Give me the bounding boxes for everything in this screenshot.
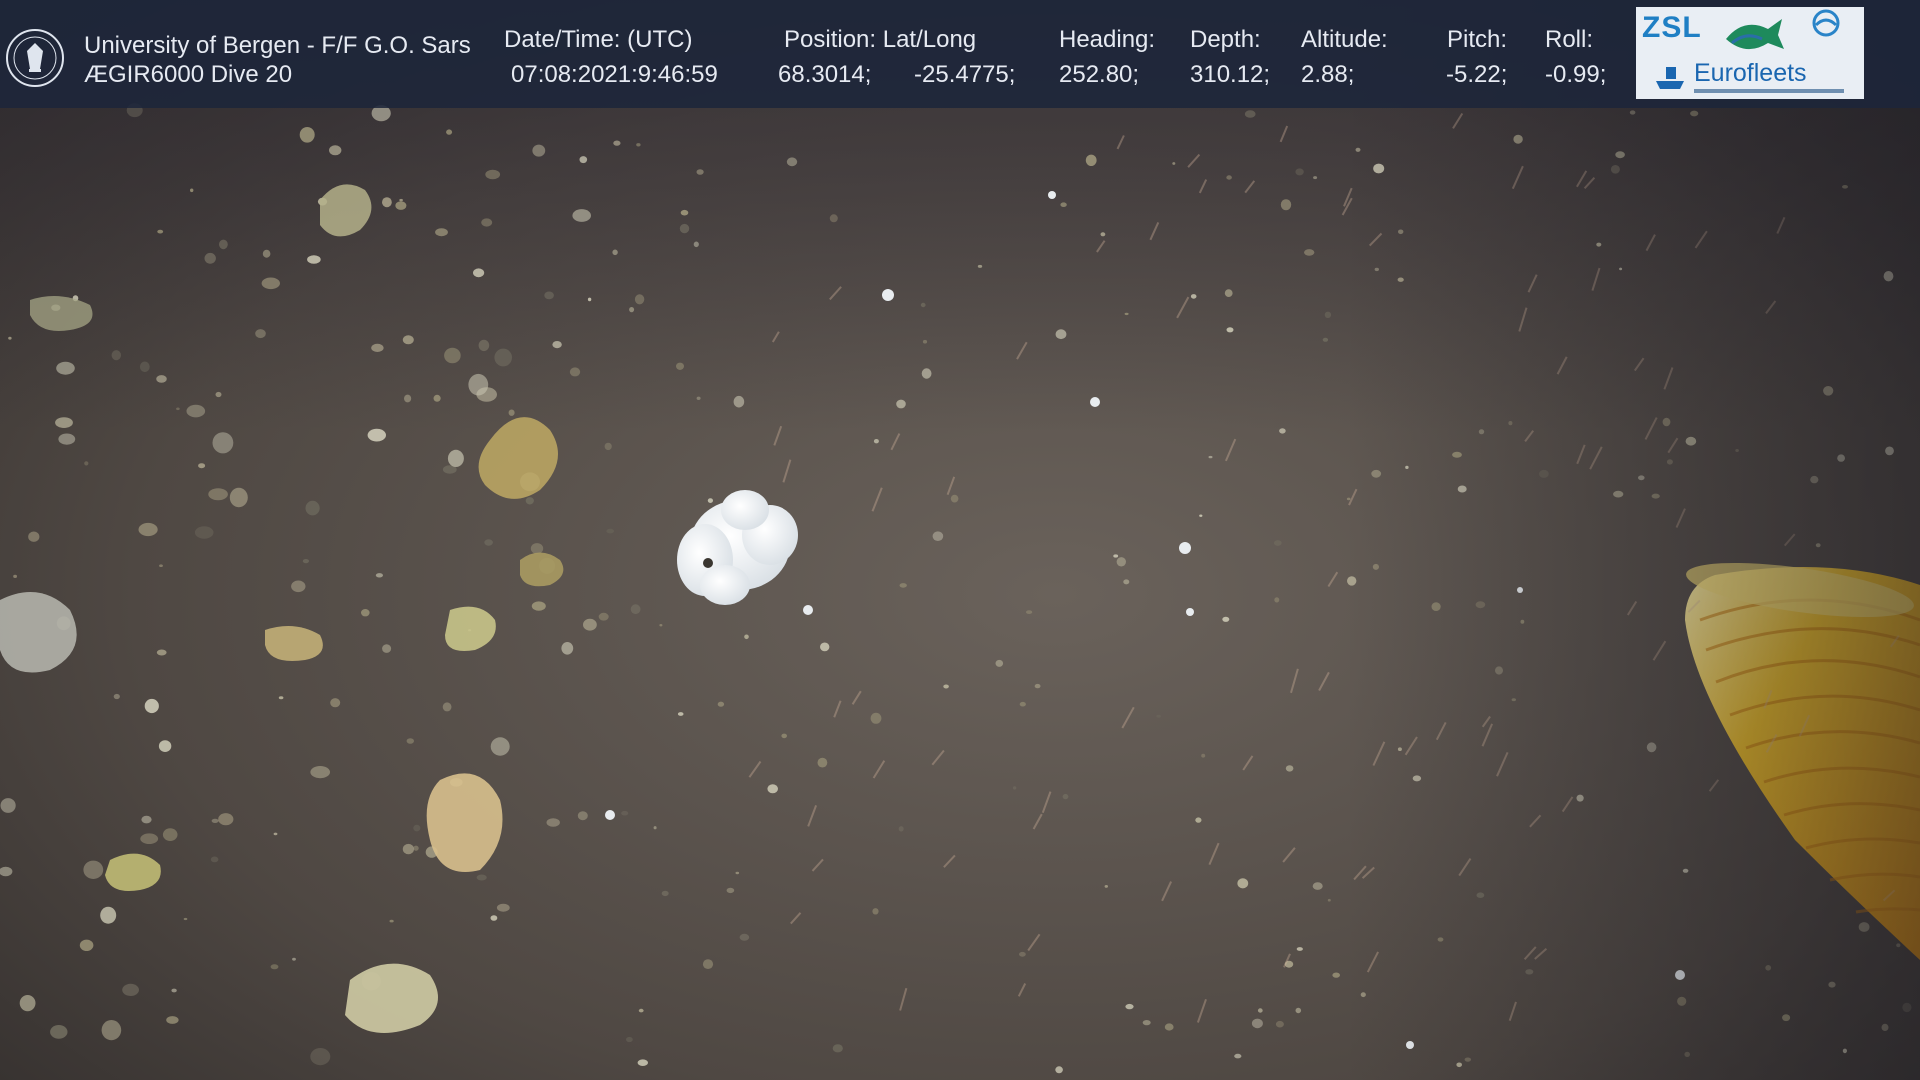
institution-label: University of Bergen - F/F G.O. Sars bbox=[84, 32, 471, 59]
roll-label: Roll: bbox=[1545, 26, 1594, 53]
partner-logos: ZSL Eurofleets bbox=[1636, 7, 1864, 99]
wave-logo-icon bbox=[1812, 9, 1840, 37]
datetime-value: 07:08:2021:9:46:59 bbox=[511, 61, 718, 88]
logo-subtext bbox=[1694, 89, 1844, 93]
heading-value: 252.80; bbox=[1059, 61, 1140, 88]
telemetry-overlay: University of Bergen - F/F G.O. Sars ÆGI… bbox=[0, 0, 1920, 108]
pitch-label: Pitch: bbox=[1447, 26, 1508, 53]
eurofleets-logo: Eurofleets bbox=[1694, 59, 1807, 87]
altitude-value: 2.88; bbox=[1301, 61, 1355, 88]
ship-logo-icon bbox=[1656, 67, 1684, 89]
depth-label: Depth: bbox=[1190, 26, 1261, 53]
altitude-label: Altitude: bbox=[1301, 26, 1388, 53]
pitch-value: -5.22; bbox=[1446, 61, 1508, 88]
position-label: Position: Lat/Long bbox=[784, 26, 977, 53]
university-seal-icon bbox=[6, 29, 64, 87]
seafloor-scene bbox=[0, 0, 1920, 1080]
datetime-label: Date/Time: (UTC) bbox=[504, 26, 693, 53]
heading-label: Heading: bbox=[1059, 26, 1156, 53]
roll-value: -0.99; bbox=[1545, 61, 1607, 88]
zsl-logo: ZSL bbox=[1642, 11, 1702, 44]
depth-value: 310.12; bbox=[1190, 61, 1271, 88]
fish-logo-icon bbox=[1726, 19, 1784, 50]
dive-label: ÆGIR6000 Dive 20 bbox=[84, 61, 293, 88]
video-frame: University of Bergen - F/F G.O. Sars ÆGI… bbox=[0, 0, 1920, 1080]
latitude-value: 68.3014; bbox=[778, 61, 872, 88]
longitude-value: -25.4775; bbox=[914, 61, 1016, 88]
